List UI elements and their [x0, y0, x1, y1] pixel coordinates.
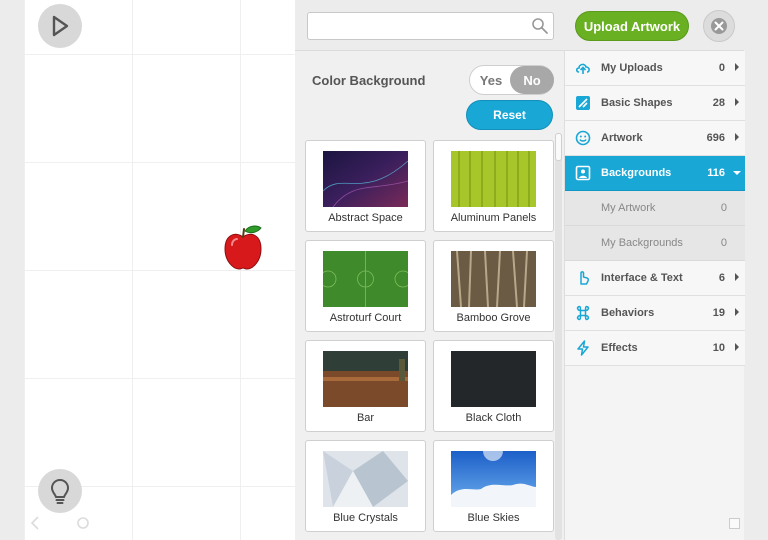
search-icon[interactable]: [531, 17, 549, 35]
subcategory-my-backgrounds[interactable]: My Backgrounds 0: [565, 226, 745, 261]
tile-label: Blue Crystals: [333, 512, 398, 524]
tile-label: Aluminum Panels: [450, 212, 537, 224]
tile-abstract-space[interactable]: Abstract Space: [305, 140, 426, 232]
close-icon: [711, 18, 727, 34]
color-background-toggle[interactable]: Yes No: [469, 65, 554, 95]
category-backgrounds[interactable]: Backgrounds 116: [565, 156, 745, 191]
category-behaviors[interactable]: Behaviors 19: [565, 296, 745, 331]
tile-label: Blue Skies: [467, 512, 520, 524]
blue-skies-thumbnail: [451, 451, 536, 507]
command-icon: [576, 305, 590, 321]
asset-library-panel: Upload Artwork Color Background Yes No R…: [295, 0, 745, 540]
aluminum-panels-thumbnail: [451, 151, 536, 207]
page-gutter-right: [744, 0, 768, 540]
tile-astroturf-court[interactable]: Astroturf Court: [305, 240, 426, 332]
chevron-right-icon: [735, 273, 739, 281]
shapes-icon: [576, 96, 590, 110]
tile-label: Abstract Space: [328, 212, 403, 224]
apple-sprite[interactable]: [223, 223, 263, 271]
category-artwork[interactable]: Artwork 696: [565, 121, 745, 156]
astroturf-court-thumbnail: [323, 251, 408, 307]
toggle-no-option[interactable]: No: [510, 66, 554, 94]
chevron-right-icon: [735, 133, 739, 141]
blue-crystals-thumbnail: [323, 451, 408, 507]
black-cloth-thumbnail: [451, 351, 536, 407]
lightbulb-icon: [50, 478, 70, 504]
tile-label: Bar: [356, 412, 375, 424]
toggle-yes-option[interactable]: Yes: [470, 66, 512, 94]
background-tile-grid: Abstract Space Aluminum Panels Astroturf…: [305, 140, 555, 540]
stage-canvas[interactable]: [24, 0, 295, 540]
scrollbar-thumb[interactable]: [555, 133, 562, 161]
play-icon: [52, 15, 69, 37]
abstract-space-thumbnail: [323, 151, 408, 207]
hint-button[interactable]: [38, 469, 82, 513]
tile-bar[interactable]: Bar: [305, 340, 426, 432]
tile-label: Black Cloth: [465, 412, 522, 424]
tile-blue-skies[interactable]: Blue Skies: [433, 440, 554, 532]
upload-cloud-icon: [575, 63, 590, 74]
search-input[interactable]: [307, 12, 554, 40]
category-list: My Uploads 0 Basic Shapes 28 Artwork 696: [564, 51, 745, 540]
category-my-uploads[interactable]: My Uploads 0: [565, 51, 745, 86]
upload-artwork-label: Upload Artwork: [583, 18, 681, 34]
image-icon: [575, 165, 591, 181]
reset-label: Reset: [493, 108, 526, 122]
chevron-right-icon: [735, 63, 739, 71]
tile-bamboo-grove[interactable]: Bamboo Grove: [433, 240, 554, 332]
resize-handle[interactable]: [729, 518, 740, 529]
pointer-icon: [580, 271, 590, 285]
chevron-down-icon: [733, 171, 741, 175]
chevron-right-icon: [735, 343, 739, 351]
tile-label: Astroturf Court: [329, 312, 402, 324]
smiley-icon: [575, 130, 591, 146]
background-controls: Color Background Yes No Reset: [295, 51, 564, 139]
chevron-right-icon: [735, 98, 739, 106]
chevron-right-icon: [735, 308, 739, 316]
bamboo-grove-thumbnail: [451, 251, 536, 307]
color-background-label: Color Background: [312, 73, 426, 88]
play-button[interactable]: [38, 4, 82, 48]
category-effects[interactable]: Effects 10: [565, 331, 745, 366]
reset-button[interactable]: Reset: [466, 100, 553, 130]
close-button[interactable]: [703, 10, 735, 42]
subcategory-my-artwork[interactable]: My Artwork 0: [565, 191, 745, 226]
bar-thumbnail: [323, 351, 408, 407]
category-interface-text[interactable]: Interface & Text 6: [565, 261, 745, 296]
tile-label: Bamboo Grove: [456, 312, 531, 324]
page-gutter-left: [0, 0, 24, 540]
tile-grid-scrollbar[interactable]: [555, 133, 562, 540]
bolt-icon: [577, 340, 589, 356]
tile-black-cloth[interactable]: Black Cloth: [433, 340, 554, 432]
library-toolbar: Upload Artwork: [295, 0, 744, 51]
category-basic-shapes[interactable]: Basic Shapes 28: [565, 86, 745, 121]
tile-blue-crystals[interactable]: Blue Crystals: [305, 440, 426, 532]
stage-nav-controls[interactable]: [28, 514, 98, 532]
tile-aluminum-panels[interactable]: Aluminum Panels: [433, 140, 554, 232]
upload-artwork-button[interactable]: Upload Artwork: [575, 11, 689, 41]
